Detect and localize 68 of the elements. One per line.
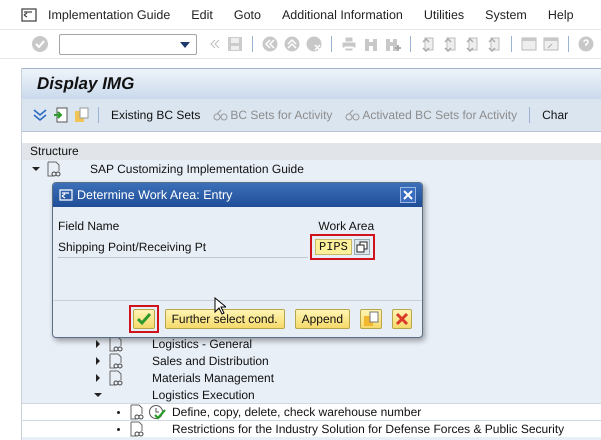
dropdown-arrow-icon[interactable] (180, 42, 190, 48)
menu-item[interactable]: Help (548, 8, 574, 22)
print-icon[interactable] (341, 36, 357, 52)
collapsed-arrow-icon[interactable] (94, 356, 102, 364)
menu-icon[interactable] (21, 8, 37, 22)
menu-item[interactable]: Implementation Guide (48, 8, 170, 22)
menu-item[interactable]: Utilities (424, 8, 464, 22)
tree-node[interactable]: Logistics - General (152, 336, 252, 350)
cancel-icon[interactable] (306, 36, 322, 52)
dialog-button[interactable]: Further select cond. (164, 309, 285, 329)
help-icon[interactable] (578, 36, 594, 52)
multiple-selection-button[interactable] (360, 309, 382, 329)
column-header: Work Area (318, 219, 374, 233)
value-help-button[interactable] (354, 239, 370, 255)
expanded-arrow-icon[interactable] (94, 390, 102, 398)
folder-documents-icon[interactable] (74, 107, 90, 123)
collapsed-arrow-icon[interactable] (94, 374, 102, 382)
document-glasses-icon (109, 352, 123, 368)
page-scroll-icon[interactable] (486, 36, 502, 52)
expand-icon[interactable] (32, 107, 48, 123)
bullet-icon (117, 410, 120, 414)
menu-item[interactable]: Additional Information (282, 8, 403, 22)
glasses-icon (345, 109, 362, 121)
tree-node[interactable]: SAP Customizing Implementation Guide (90, 162, 304, 176)
screen-title: Display IMG (37, 74, 134, 94)
document-glasses-icon (109, 336, 123, 352)
column-header: Field Name (58, 219, 120, 233)
save-icon[interactable] (227, 36, 243, 52)
menu-item[interactable]: Goto (234, 8, 261, 22)
binoculars-plus-icon[interactable] (385, 36, 401, 52)
document-glasses-icon (47, 160, 61, 176)
confirm-button[interactable] (132, 309, 155, 329)
toolbar-button[interactable]: Existing BC Sets (107, 108, 204, 122)
menu-item[interactable]: Edit (191, 8, 213, 22)
close-button[interactable] (400, 187, 416, 203)
command-field[interactable] (59, 34, 197, 54)
page-scroll-icon[interactable] (420, 36, 436, 52)
exit-icon[interactable] (284, 36, 300, 52)
page-scroll-icon[interactable] (442, 36, 458, 52)
glasses-icon (213, 109, 230, 121)
input-field[interactable]: PIPS (315, 239, 352, 255)
shortcut-window-icon[interactable] (543, 36, 559, 52)
column-header: Structure (22, 143, 601, 160)
menu-item[interactable]: System (485, 8, 527, 22)
back-icon[interactable] (262, 36, 278, 52)
collapsed-arrow-icon[interactable] (94, 340, 102, 348)
bullet-icon (117, 428, 120, 430)
enter-icon[interactable] (31, 35, 49, 53)
dialog-title: Determine Work Area: Entry (77, 188, 232, 202)
new-window-icon[interactable] (521, 36, 537, 52)
mouse-cursor-icon (214, 297, 226, 315)
document-glasses-icon (130, 421, 144, 437)
page-scroll-icon[interactable] (464, 36, 480, 52)
dialog-button[interactable]: Append (294, 309, 350, 329)
document-glasses-icon (109, 370, 123, 386)
back-chevron-icon[interactable] (209, 38, 221, 50)
expanded-arrow-icon[interactable] (32, 164, 40, 172)
tree-node[interactable]: Logistics Execution (152, 388, 255, 402)
tree-node[interactable]: Materials Management (152, 370, 274, 384)
document-arrow-icon[interactable] (53, 107, 69, 123)
clock-check-icon[interactable] (148, 404, 166, 420)
field-label: Shipping Point/Receiving Pt (58, 240, 208, 254)
toolbar-button[interactable]: Char (538, 108, 572, 122)
window-menu-icon[interactable] (59, 189, 73, 201)
tree-node[interactable]: Sales and Distribution (152, 354, 269, 368)
cancel-button[interactable] (392, 309, 412, 329)
binoculars-icon[interactable] (363, 36, 379, 52)
document-glasses-icon (130, 404, 144, 420)
